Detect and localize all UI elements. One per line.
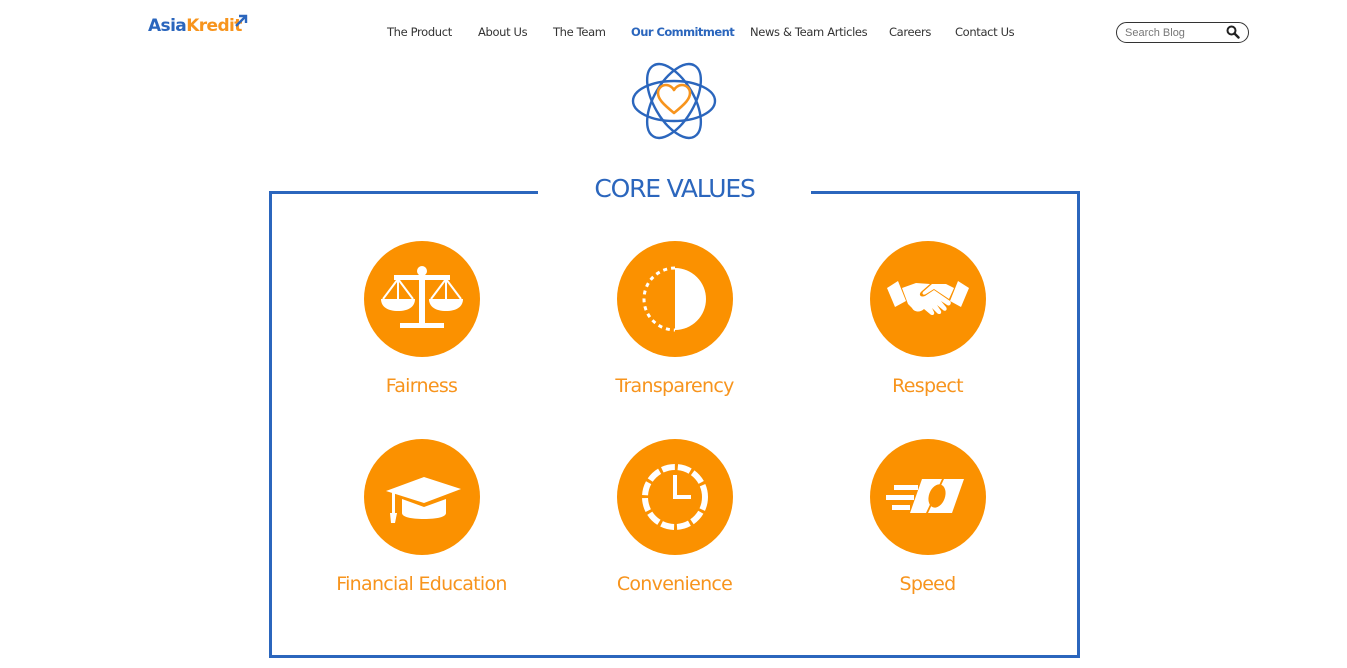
respect-circle — [869, 241, 986, 357]
value-fairness: Fairness — [295, 241, 548, 398]
nav-the-product[interactable]: The Product — [387, 25, 452, 39]
search-input[interactable] — [1125, 25, 1225, 40]
convenience-circle — [616, 439, 733, 555]
nav-the-team[interactable]: The Team — [553, 25, 606, 39]
nav-our-commitment[interactable]: Our Commitment — [631, 25, 735, 39]
clock-icon — [641, 464, 708, 530]
nav-careers[interactable]: Careers — [889, 25, 931, 39]
value-speed: Speed — [801, 439, 1054, 596]
transparency-label: Transparency — [615, 375, 734, 397]
convenience-label: Convenience — [616, 573, 733, 595]
blog-search — [1116, 22, 1249, 43]
commitment-atom-heart-icon — [631, 62, 717, 140]
fast-money-icon — [885, 479, 964, 513]
transparency-circle — [616, 241, 733, 357]
value-transparency: Transparency — [548, 241, 801, 398]
scales-icon — [380, 266, 463, 328]
fairness-circle — [363, 241, 480, 357]
nav-news-team-articles[interactable]: News & Team Articles — [750, 25, 868, 39]
handshake-icon — [886, 281, 969, 316]
financial-education-label: Financial Education — [336, 573, 507, 595]
half-circle-icon — [642, 266, 706, 332]
value-convenience: Convenience — [548, 439, 801, 596]
speed-label: Speed — [899, 573, 956, 595]
value-financial-education: Financial Education — [295, 439, 548, 596]
nav-about-us[interactable]: About Us — [478, 25, 528, 39]
graduation-cap-icon — [385, 477, 461, 523]
fairness-label: Fairness — [385, 375, 458, 397]
search-icon[interactable] — [1226, 25, 1240, 39]
respect-label: Respect — [892, 375, 963, 397]
speed-circle — [869, 439, 986, 555]
value-respect: Respect — [801, 241, 1054, 398]
nav-contact-us[interactable]: Contact Us — [955, 25, 1015, 39]
financial-education-circle — [363, 439, 480, 555]
core-values-title: CORE VALUES — [594, 174, 756, 203]
